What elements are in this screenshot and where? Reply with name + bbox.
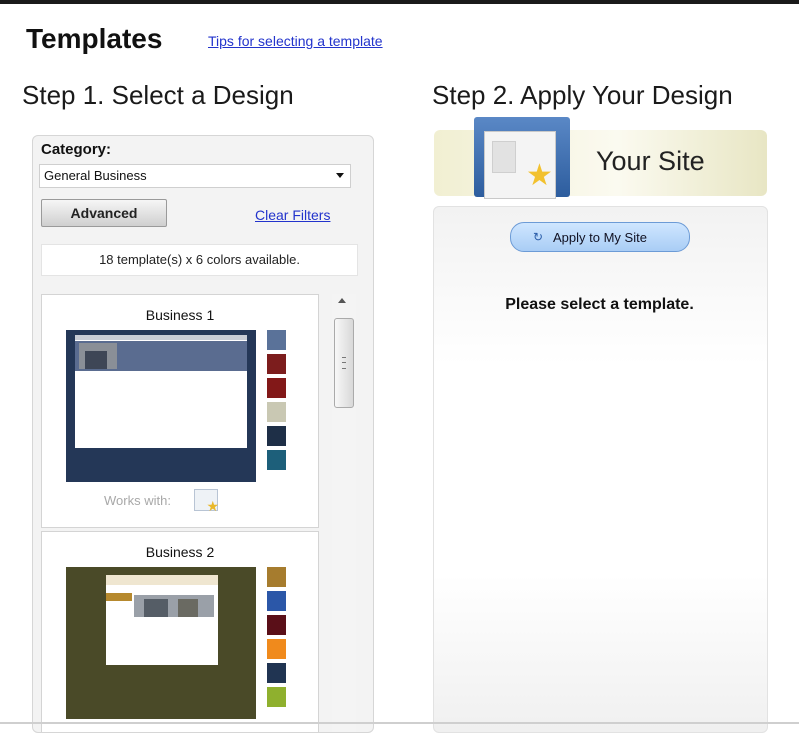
clear-filters-link[interactable]: Clear Filters [255,207,330,223]
top-divider [0,0,799,4]
chevron-down-icon [336,173,344,178]
color-swatch[interactable] [267,330,286,350]
apply-button-label: Apply to My Site [553,230,647,245]
template-thumbnail[interactable] [66,330,256,482]
template-card-business-1[interactable]: Business 1 Works with: ★ [41,294,319,528]
category-select-value: General Business [44,168,147,183]
bottom-divider [0,722,799,724]
site-builder-icon: ★ [194,489,219,513]
step1-heading: Step 1. Select a Design [22,80,294,110]
color-swatch[interactable] [267,591,286,611]
works-with-label: Works with: [104,493,171,508]
template-card-business-2[interactable]: Business 2 [41,531,319,732]
scroll-up-arrow-icon[interactable] [338,298,346,303]
color-swatch[interactable] [267,615,286,635]
advanced-button[interactable]: Advanced [41,199,167,227]
color-swatch[interactable] [267,450,286,470]
color-swatch[interactable] [267,354,286,374]
color-swatch[interactable] [267,426,286,446]
color-swatch[interactable] [267,567,286,587]
select-template-message: Please select a template. [505,296,694,313]
your-site-label: Your Site [596,146,705,176]
color-swatches [267,330,286,474]
color-swatch[interactable] [267,402,286,422]
color-swatch[interactable] [267,639,286,659]
template-list-scrollbar[interactable] [332,294,356,732]
apply-panel [433,206,768,733]
color-swatch[interactable] [267,663,286,683]
color-swatches [267,567,286,711]
grip-icon [342,357,346,369]
category-select[interactable]: General Business [39,164,351,188]
template-selector-panel: Category: General Business Advanced Clea… [32,135,374,733]
template-count-text: 18 template(s) x 6 colors available. [41,244,358,276]
color-swatch[interactable] [267,687,286,707]
template-name: Business 2 [145,544,215,560]
apply-to-my-site-button[interactable]: ↻ Apply to My Site [510,222,690,252]
color-swatch[interactable] [267,378,286,398]
tips-link[interactable]: Tips for selecting a template [208,33,383,49]
template-thumbnail[interactable] [66,567,256,719]
scrollbar-thumb[interactable] [334,318,354,408]
refresh-icon: ↻ [533,230,544,244]
your-site-icon: ★ [474,117,570,199]
step2-heading: Step 2. Apply Your Design [432,80,733,110]
template-name: Business 1 [145,307,215,323]
category-label: Category: [41,141,112,158]
page-title: Templates [26,23,163,54]
